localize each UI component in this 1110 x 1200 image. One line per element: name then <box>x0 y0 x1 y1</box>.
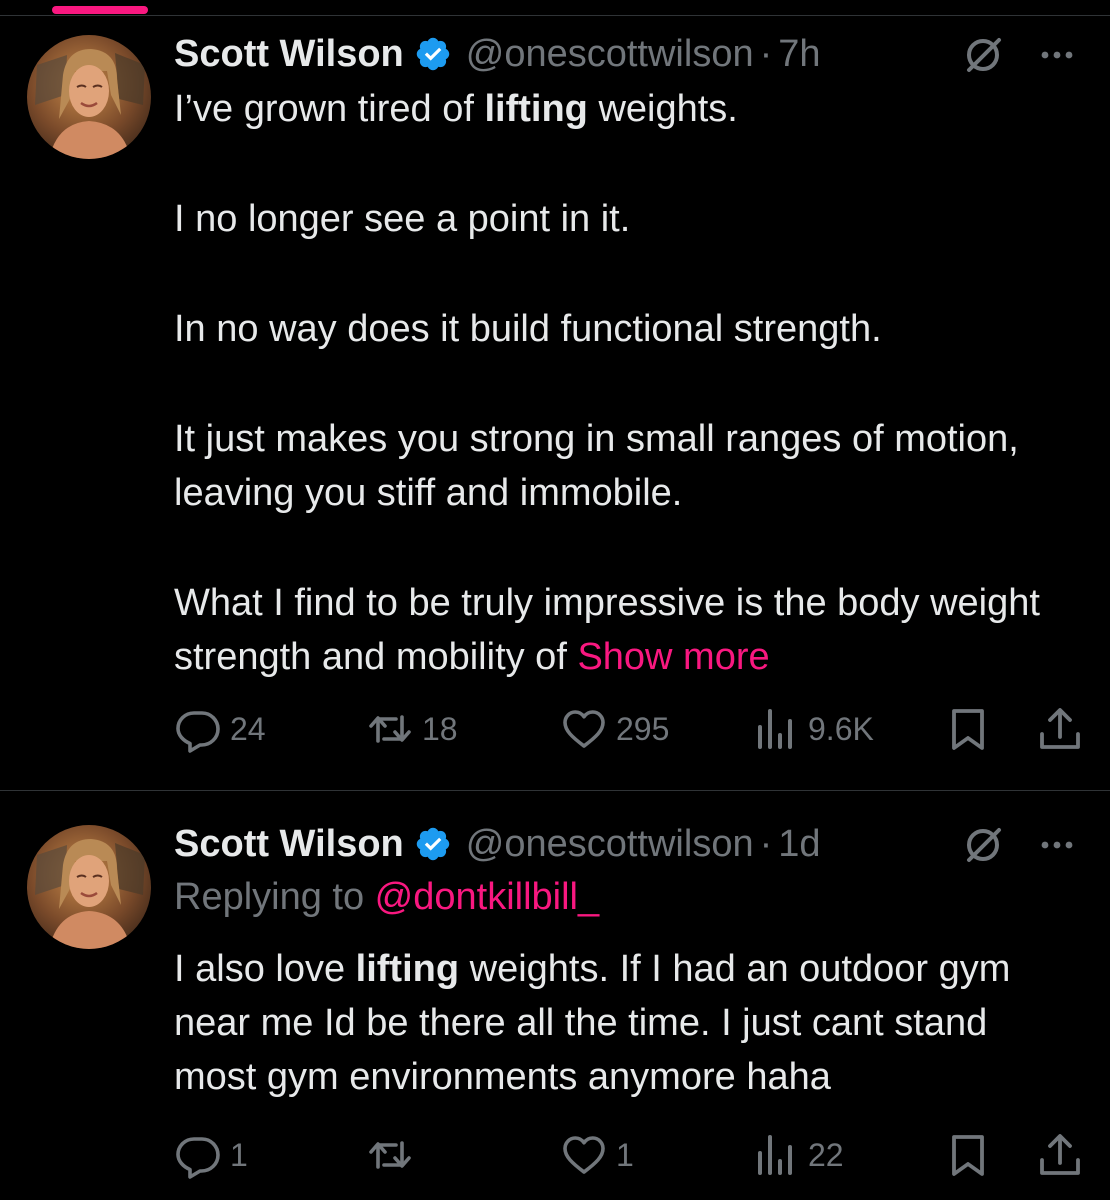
view-count: 9.6K <box>808 710 874 747</box>
reply-count: 24 <box>230 710 266 747</box>
tweet-paragraph: I also love lifting weights. If I had an… <box>174 948 1011 1098</box>
tweet-text: I’ve grown tired of lifting weights. I n… <box>174 82 1074 684</box>
separator-dot: · <box>759 822 773 865</box>
views-button[interactable]: 9.6K <box>752 704 874 754</box>
tweet-header: Scott Wilson @onescottwilson · 7h <box>174 30 1110 78</box>
tweet-paragraph: It just makes you strong in small ranges… <box>174 418 1019 514</box>
avatar[interactable] <box>27 825 151 949</box>
tweet-paragraph: I’ve grown tired of lifting weights. <box>174 88 738 130</box>
repost-arrows-icon <box>369 715 411 743</box>
tweet[interactable]: Scott Wilson @onescottwilson · 1d Replyi… <box>0 790 1110 1200</box>
bar-chart-icon <box>758 1135 792 1175</box>
tweet-paragraph: I no longer see a point in it. <box>174 198 631 240</box>
like-button[interactable]: 1 <box>560 1130 634 1180</box>
bookmark-button[interactable] <box>944 1130 992 1180</box>
share-upload-icon <box>1040 1134 1080 1175</box>
author-handle[interactable]: @onescottwilson <box>466 823 754 866</box>
reply-button[interactable]: 1 <box>174 1130 248 1180</box>
tweet-text: I also love lifting weights. If I had an… <box>174 942 1074 1104</box>
author-name[interactable]: Scott Wilson <box>174 33 404 76</box>
heart-icon <box>563 1136 605 1174</box>
repost-count: 18 <box>422 710 458 747</box>
reply-count: 1 <box>230 1136 248 1173</box>
show-more-link[interactable]: Show more <box>577 636 769 678</box>
verified-badge-icon <box>414 825 452 863</box>
speech-bubble-icon <box>176 1137 220 1179</box>
like-count: 295 <box>616 710 670 747</box>
author-name[interactable]: Scott Wilson <box>174 823 404 866</box>
share-button[interactable] <box>1036 1130 1084 1180</box>
reply-button[interactable]: 24 <box>174 704 266 754</box>
timestamp[interactable]: 1d <box>778 823 820 866</box>
avatar[interactable] <box>27 35 151 159</box>
ellipsis-icon[interactable] <box>1034 822 1080 868</box>
bookmark-icon <box>952 709 984 750</box>
heart-icon <box>563 710 605 748</box>
action-bar: 24 18 295 9.6K <box>174 704 1080 754</box>
replying-to: Replying to @dontkillbill_ <box>174 876 600 918</box>
view-count: 22 <box>808 1136 844 1173</box>
author-handle[interactable]: @onescottwilson <box>466 33 754 76</box>
views-button[interactable]: 22 <box>752 1130 844 1180</box>
speech-bubble-icon <box>176 711 220 753</box>
bar-chart-icon <box>758 709 792 749</box>
repost-button[interactable]: 18 <box>366 704 458 754</box>
verified-badge-icon <box>414 35 452 73</box>
grok-icon[interactable] <box>960 822 1006 868</box>
ellipsis-icon[interactable] <box>1034 32 1080 78</box>
separator-dot: · <box>759 32 773 75</box>
repost-arrows-icon <box>369 1141 411 1169</box>
tweet[interactable]: Scott Wilson @onescottwilson · 7h I’ve g… <box>0 16 1110 790</box>
tweet-paragraph: What I find to be truly impressive is th… <box>174 582 1040 678</box>
action-bar: 1 1 22 <box>174 1130 1080 1180</box>
tab-indicator <box>52 6 148 14</box>
like-button[interactable]: 295 <box>560 704 669 754</box>
repost-button[interactable] <box>366 1130 422 1180</box>
grok-icon[interactable] <box>960 32 1006 78</box>
bookmark-button[interactable] <box>944 704 992 754</box>
timestamp[interactable]: 7h <box>778 33 820 76</box>
mention-link[interactable]: @dontkillbill_ <box>375 876 599 918</box>
tweet-paragraph: In no way does it build functional stren… <box>174 308 882 350</box>
bookmark-icon <box>952 1135 984 1176</box>
tweet-header: Scott Wilson @onescottwilson · 1d <box>174 820 1110 868</box>
like-count: 1 <box>616 1136 634 1173</box>
share-button[interactable] <box>1036 704 1084 754</box>
share-upload-icon <box>1040 708 1080 749</box>
